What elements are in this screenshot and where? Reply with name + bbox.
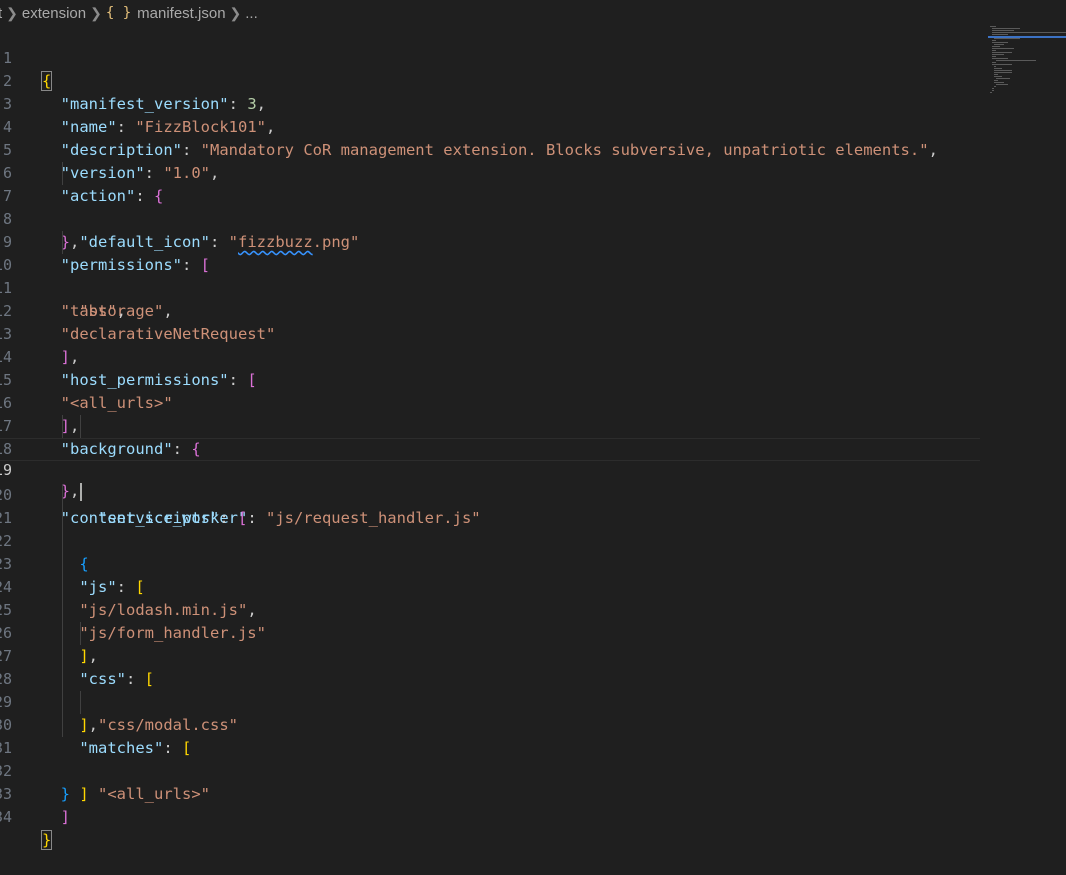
code-line[interactable]: 3 "name": "FizzBlock101",: [0, 70, 980, 136]
json-file-icon: { }: [105, 5, 132, 21]
code-line[interactable]: 11 "tabs",: [0, 254, 980, 320]
minimap-slider[interactable]: [988, 36, 1066, 38]
indent-guide: [62, 415, 63, 438]
code-line[interactable]: 22 "js": [: [0, 507, 980, 596]
code-line[interactable]: 28 ],: [0, 645, 980, 734]
indent-guide: [80, 691, 81, 714]
chevron-right-icon: ❯: [90, 4, 102, 21]
indent-guide: [62, 231, 63, 254]
breadcrumb-item-file[interactable]: manifest.json: [137, 5, 225, 22]
indent-guide: [62, 530, 63, 553]
indent-guide: [62, 691, 63, 714]
indent-guide: [62, 162, 63, 185]
code-line[interactable]: 8 },: [0, 185, 980, 251]
code-line[interactable]: 24 "js/form_handler.js": [0, 553, 980, 642]
code-line[interactable]: 18 "service_worker": "js/request_handler…: [0, 415, 980, 527]
code-line[interactable]: 32 }: [0, 737, 980, 803]
code-line[interactable]: 30 "<all_urls>": [0, 691, 980, 803]
indent-guide: [62, 576, 63, 599]
code-line[interactable]: 31 ]: [0, 714, 980, 803]
code-line[interactable]: 4 "description": "Mandatory CoR manageme…: [0, 93, 980, 159]
code-line[interactable]: 6 "action": {: [0, 139, 980, 205]
code-line[interactable]: 1 {: [0, 24, 980, 91]
code-text: }: [40, 830, 53, 850]
code-line[interactable]: 20 "content_scripts": [: [0, 461, 980, 527]
code-line[interactable]: 23 "js/lodash.min.js",: [0, 530, 980, 619]
breadcrumb: t ❯ extension ❯ { } manifest.json ❯ ...: [0, 0, 980, 26]
indent-guide: [62, 484, 63, 507]
code-line[interactable]: 21 {: [0, 484, 980, 573]
code-line[interactable]: 26 "css": [: [0, 599, 980, 688]
indent-guide: [62, 714, 63, 737]
indent-guide: [62, 645, 63, 668]
code-line[interactable]: 5 "version": "1.0",: [0, 116, 980, 182]
code-line-current[interactable]: 19 },: [0, 438, 980, 501]
indent-guide: [80, 622, 81, 645]
breadcrumb-item-extension[interactable]: extension: [22, 5, 86, 22]
indent-guide: [62, 599, 63, 622]
chevron-right-icon: ❯: [6, 4, 18, 21]
indent-guide: [80, 415, 81, 438]
code-line[interactable]: 25 ],: [0, 576, 980, 665]
code-line[interactable]: 29 "matches": [: [0, 668, 980, 757]
code-line[interactable]: 34 }: [0, 783, 980, 850]
indent-guide: [62, 668, 63, 691]
chevron-right-icon: ❯: [229, 4, 242, 21]
code-line[interactable]: 14 "host_permissions": [: [0, 323, 980, 389]
code-line[interactable]: 15 "<all_urls>": [0, 346, 980, 412]
code-line[interactable]: 10 "storage",: [0, 231, 980, 320]
code-line[interactable]: 27 "css/modal.css": [0, 622, 980, 734]
code-line[interactable]: 33 ]: [0, 760, 980, 826]
code-line[interactable]: 13 ],: [0, 300, 980, 366]
indent-guide: [62, 553, 63, 576]
code-editor[interactable]: 1 { 2 "manifest_version": 3, 3 "name": "…: [0, 24, 980, 865]
code-line[interactable]: 9 "permissions": [: [0, 208, 980, 274]
code-line[interactable]: 16 ],: [0, 369, 980, 435]
line-number: 34: [0, 808, 12, 826]
code-text: ]: [60, 808, 71, 826]
code-line[interactable]: 17 "background": {: [0, 392, 980, 458]
code-line[interactable]: 7 "default_icon": "fizzbuzz.png": [0, 162, 980, 251]
code-line[interactable]: 2 "manifest_version": 3,: [0, 47, 980, 113]
indent-guide: [62, 622, 63, 645]
breadcrumb-item-symbols[interactable]: ...: [245, 5, 258, 22]
breadcrumb-item-root[interactable]: t: [0, 5, 2, 22]
indent-guide: [62, 507, 63, 530]
code-line[interactable]: 12 "declarativeNetRequest": [0, 277, 980, 343]
